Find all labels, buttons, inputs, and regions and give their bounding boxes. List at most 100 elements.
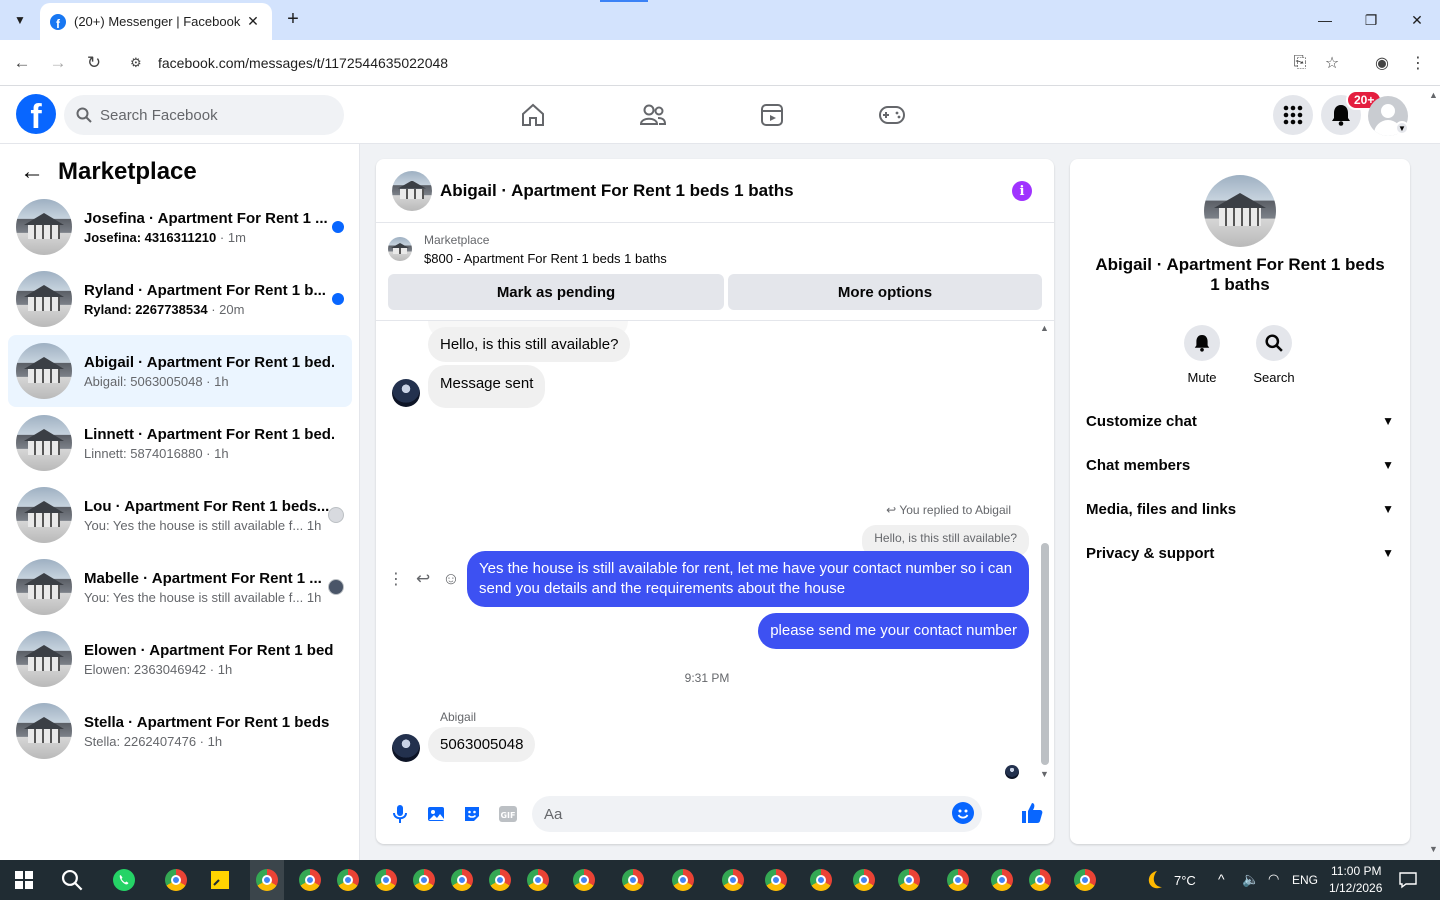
chrome-window-icon[interactable] bbox=[895, 866, 923, 894]
minimize-icon[interactable]: — bbox=[1313, 8, 1337, 32]
chrome-window-icon[interactable] bbox=[944, 866, 972, 894]
weather-moon-icon[interactable] bbox=[1140, 866, 1168, 894]
more-actions-icon[interactable]: ⋮ bbox=[388, 569, 404, 589]
chrome-window-icon[interactable] bbox=[570, 866, 598, 894]
privacy-support-row[interactable]: Privacy & support ▼ bbox=[1078, 531, 1402, 575]
chat-members-row[interactable]: Chat members ▼ bbox=[1078, 443, 1402, 487]
microphone-icon[interactable] bbox=[388, 802, 412, 826]
chrome-window-icon[interactable] bbox=[372, 866, 400, 894]
profile-icon[interactable]: ◉ bbox=[1370, 51, 1394, 75]
chat-scrollbar[interactable]: ▲ ▼ bbox=[1037, 323, 1051, 783]
search-in-chat-button[interactable]: Search bbox=[1244, 325, 1304, 385]
chrome-window-icon[interactable] bbox=[334, 866, 362, 894]
chrome-window-icon[interactable] bbox=[850, 866, 878, 894]
conversation-row[interactable]: Linnett · Apartment For Rent 1 bed... Li… bbox=[8, 407, 352, 479]
listing-price-title[interactable]: $800 - Apartment For Rent 1 beds 1 baths bbox=[424, 251, 667, 266]
language-indicator[interactable]: ENG bbox=[1292, 873, 1318, 887]
chrome-window-icon[interactable] bbox=[410, 866, 438, 894]
outgoing-message[interactable]: please send me your contact number bbox=[758, 613, 1029, 649]
info-icon[interactable]: i bbox=[1012, 181, 1032, 201]
mark-as-pending-button[interactable]: Mark as pending bbox=[388, 274, 724, 310]
customize-chat-row[interactable]: Customize chat ▼ bbox=[1078, 399, 1402, 443]
new-tab-plus-icon[interactable]: + bbox=[282, 8, 304, 30]
more-options-button[interactable]: More options bbox=[728, 274, 1042, 310]
chrome-window-icon[interactable] bbox=[448, 866, 476, 894]
chrome-profile-icon[interactable] bbox=[162, 866, 190, 894]
gaming-icon[interactable] bbox=[877, 100, 907, 130]
tray-chevron-up-icon[interactable]: ^ bbox=[1218, 871, 1225, 887]
chat-title[interactable]: Abigail · Apartment For Rent 1 beds 1 ba… bbox=[440, 181, 794, 201]
mute-button[interactable]: Mute bbox=[1172, 325, 1232, 385]
photo-attach-icon[interactable] bbox=[424, 802, 448, 826]
emoji-icon[interactable] bbox=[952, 802, 974, 824]
abigail-avatar[interactable] bbox=[392, 734, 420, 762]
media-files-links-row[interactable]: Media, files and links ▼ bbox=[1078, 487, 1402, 531]
chrome-window-icon[interactable] bbox=[524, 866, 552, 894]
conversation-row[interactable]: Josefina · Apartment For Rent 1 ... Jose… bbox=[8, 191, 352, 263]
friends-icon[interactable] bbox=[638, 100, 668, 130]
message-input-box[interactable] bbox=[532, 796, 982, 832]
chrome-window-icon[interactable] bbox=[807, 866, 835, 894]
taskbar-search-icon[interactable] bbox=[58, 866, 86, 894]
reload-icon[interactable]: ↻ bbox=[82, 51, 106, 75]
address-bar[interactable]: ⚙ facebook.com/messages/t/11725446350220… bbox=[120, 47, 1350, 79]
clock-time[interactable]: 11:00 PM bbox=[1331, 864, 1381, 878]
back-arrow-icon[interactable]: ← bbox=[20, 158, 44, 186]
reply-icon[interactable]: ↩ bbox=[416, 569, 430, 589]
account-chevron-down-icon[interactable]: ▼ bbox=[1395, 121, 1409, 135]
chat-listing-avatar[interactable] bbox=[392, 170, 432, 211]
chrome-window-icon[interactable] bbox=[1071, 866, 1099, 894]
outgoing-message[interactable]: Yes the house is still available for ren… bbox=[467, 551, 1029, 607]
facebook-search[interactable] bbox=[64, 95, 344, 135]
site-info-icon[interactable]: ⚙ bbox=[130, 55, 150, 71]
conversation-row[interactable]: Stella · Apartment For Rent 1 beds ... S… bbox=[8, 695, 352, 767]
chrome-window-icon[interactable] bbox=[296, 866, 324, 894]
conversation-row-active[interactable]: Abigail · Apartment For Rent 1 bed... Ab… bbox=[8, 335, 352, 407]
whatsapp-icon[interactable] bbox=[110, 866, 138, 894]
chrome-window-icon[interactable] bbox=[669, 866, 697, 894]
react-emoji-icon[interactable]: ☺ bbox=[442, 569, 459, 589]
home-icon[interactable] bbox=[518, 100, 548, 130]
chat-header[interactable]: Abigail · Apartment For Rent 1 beds 1 ba… bbox=[376, 159, 1054, 223]
conversation-row[interactable]: Elowen · Apartment For Rent 1 bed... Elo… bbox=[8, 623, 352, 695]
thumbs-up-icon[interactable] bbox=[1020, 801, 1044, 825]
browser-tab-messenger[interactable]: f (20+) Messenger | Facebook ✕ bbox=[40, 3, 272, 40]
install-app-icon[interactable]: ⎘ bbox=[1288, 51, 1312, 75]
chrome-window-icon[interactable] bbox=[762, 866, 790, 894]
chrome-window-icon[interactable] bbox=[988, 866, 1016, 894]
wifi-icon[interactable]: ◠ bbox=[1268, 871, 1279, 887]
notification-center-icon[interactable] bbox=[1394, 866, 1422, 894]
weather-temperature[interactable]: 7°C bbox=[1174, 873, 1196, 888]
scroll-up-icon[interactable]: ▲ bbox=[1040, 323, 1049, 333]
incoming-message[interactable]: Hello, is this still available? bbox=[428, 327, 631, 362]
conversation-row[interactable]: Lou · Apartment For Rent 1 beds... You: … bbox=[8, 479, 352, 551]
chrome-window-icon[interactable] bbox=[719, 866, 747, 894]
page-scrollbar[interactable]: ▲ ▼ bbox=[1426, 86, 1440, 860]
tab-close-icon[interactable]: ✕ bbox=[244, 13, 262, 30]
message-input[interactable] bbox=[544, 805, 944, 823]
listing-small-thumbnail[interactable] bbox=[388, 237, 412, 261]
incoming-message[interactable]: 5063005048 bbox=[428, 727, 536, 762]
menu-grid-icon[interactable] bbox=[1273, 95, 1313, 135]
page-scroll-up-icon[interactable]: ▲ bbox=[1429, 90, 1438, 100]
sticky-notes-icon[interactable] bbox=[206, 866, 234, 894]
bookmark-star-icon[interactable]: ☆ bbox=[1320, 51, 1344, 75]
tab-list-chevron-icon[interactable]: ▼ bbox=[6, 6, 34, 34]
browser-menu-icon[interactable]: ⋮ bbox=[1406, 51, 1430, 75]
chrome-window-icon[interactable] bbox=[619, 866, 647, 894]
clock-date[interactable]: 1/12/2026 bbox=[1329, 881, 1382, 895]
facebook-logo-icon[interactable]: f bbox=[16, 94, 56, 134]
scroll-down-icon[interactable]: ▼ bbox=[1040, 769, 1049, 779]
chrome-window-icon[interactable] bbox=[486, 866, 514, 894]
chrome-window-icon[interactable] bbox=[253, 866, 281, 894]
gif-icon[interactable]: GIF bbox=[496, 802, 520, 826]
search-input[interactable] bbox=[100, 106, 320, 124]
chat-scrollbar-thumb[interactable] bbox=[1041, 543, 1049, 765]
conversation-row[interactable]: Ryland · Apartment For Rent 1 b... Rylan… bbox=[8, 263, 352, 335]
maximize-icon[interactable]: ❐ bbox=[1359, 8, 1383, 32]
windows-start-icon[interactable] bbox=[10, 866, 38, 894]
close-window-icon[interactable]: ✕ bbox=[1405, 8, 1429, 32]
forward-arrow-icon[interactable]: → bbox=[46, 51, 70, 75]
volume-icon[interactable]: 🔈 bbox=[1242, 871, 1259, 888]
incoming-message[interactable]: Message sent bbox=[428, 365, 546, 408]
